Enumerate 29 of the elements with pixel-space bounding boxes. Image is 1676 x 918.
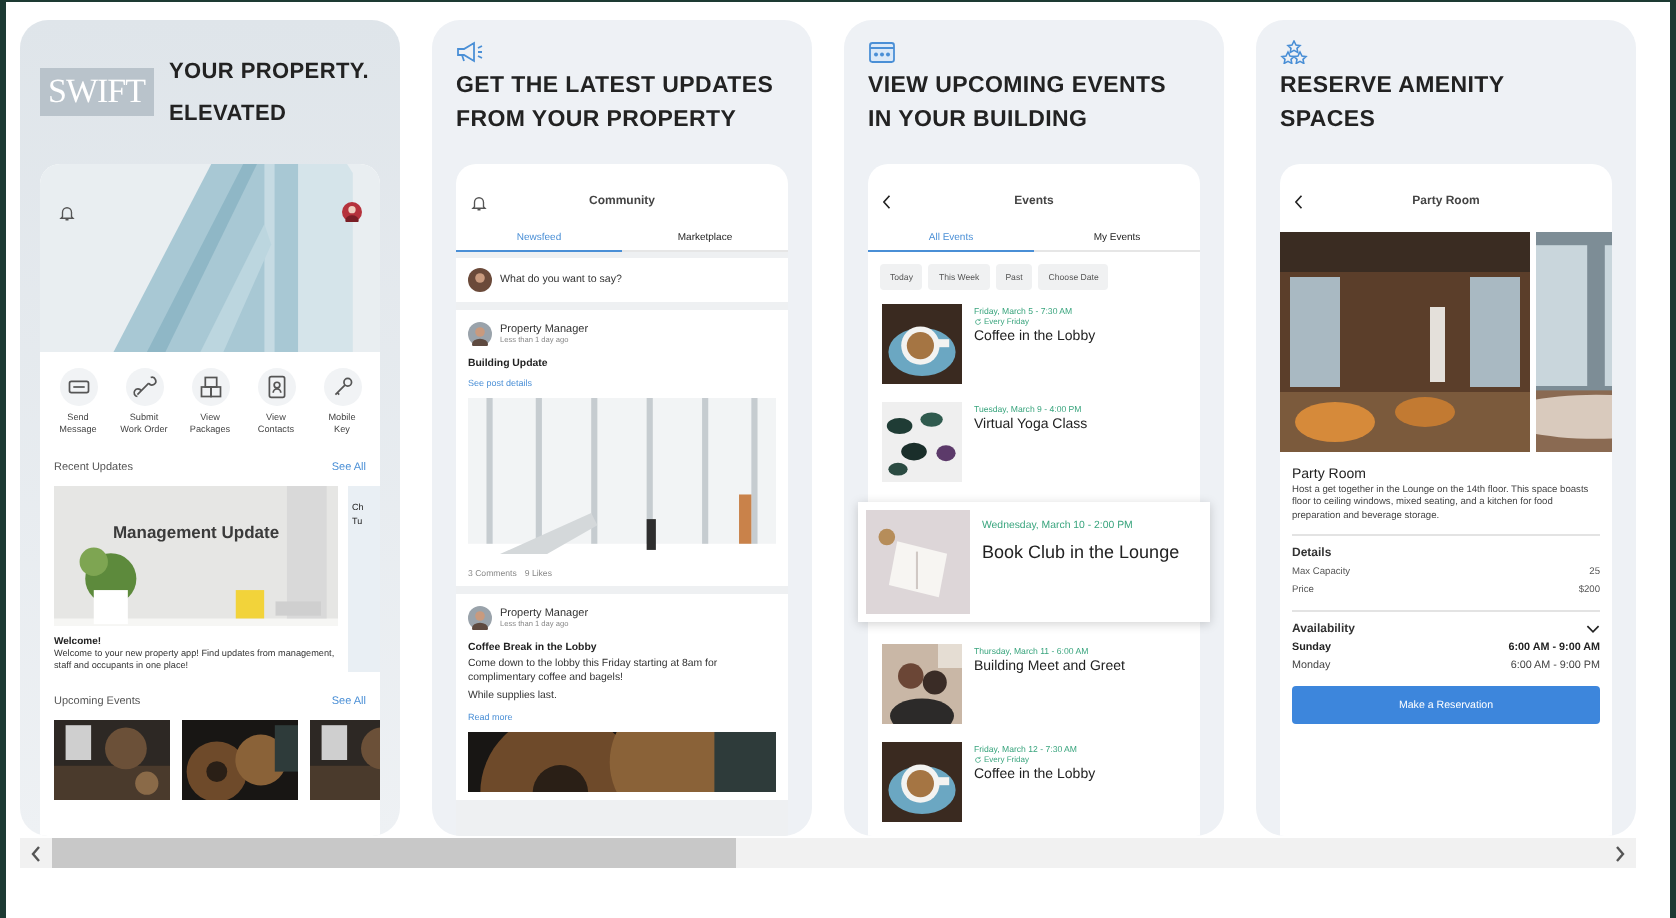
headline: RESERVE AMENITY SPACES: [1280, 72, 1507, 136]
chevron-right-icon[interactable]: [1612, 843, 1628, 863]
megaphone-icon: [456, 40, 484, 64]
chat-icon: [59, 368, 97, 406]
key-icon: [323, 368, 361, 406]
scrollbar[interactable]: [20, 838, 1636, 868]
event-title: Book Club in the Lounge: [982, 542, 1180, 562]
avatar-icon: [468, 606, 492, 630]
chevron-icon[interactable]: [1586, 622, 1600, 637]
calendar-icon: [868, 40, 896, 64]
chevron-left-icon[interactable]: [28, 843, 44, 863]
back-icon[interactable]: [882, 194, 892, 210]
notification-bell-icon[interactable]: [58, 204, 76, 222]
avatar-icon: [468, 268, 492, 292]
boxes-icon: [191, 368, 229, 406]
repeat-icon: [974, 317, 982, 325]
back-icon[interactable]: [1294, 194, 1304, 210]
avatar-icon: [468, 322, 492, 346]
contact-icon: [257, 368, 295, 406]
headline: GET THE LATEST UPDATES FROM YOUR PROPERTY: [456, 72, 776, 136]
stars-icon: [1280, 40, 1308, 64]
logo: SWIFT: [40, 68, 153, 116]
headline: VIEW UPCOMING EVENTS IN YOUR BUILDING: [868, 72, 1169, 136]
repeat-icon: [974, 755, 982, 763]
scrollbar-thumb[interactable]: [52, 838, 736, 868]
headline: YOUR PROPERTY. ELEVATED: [169, 58, 369, 130]
notification-bell-icon[interactable]: [470, 193, 488, 211]
image-caption: Management Update: [110, 522, 282, 542]
avatar-icon[interactable]: [342, 202, 362, 222]
